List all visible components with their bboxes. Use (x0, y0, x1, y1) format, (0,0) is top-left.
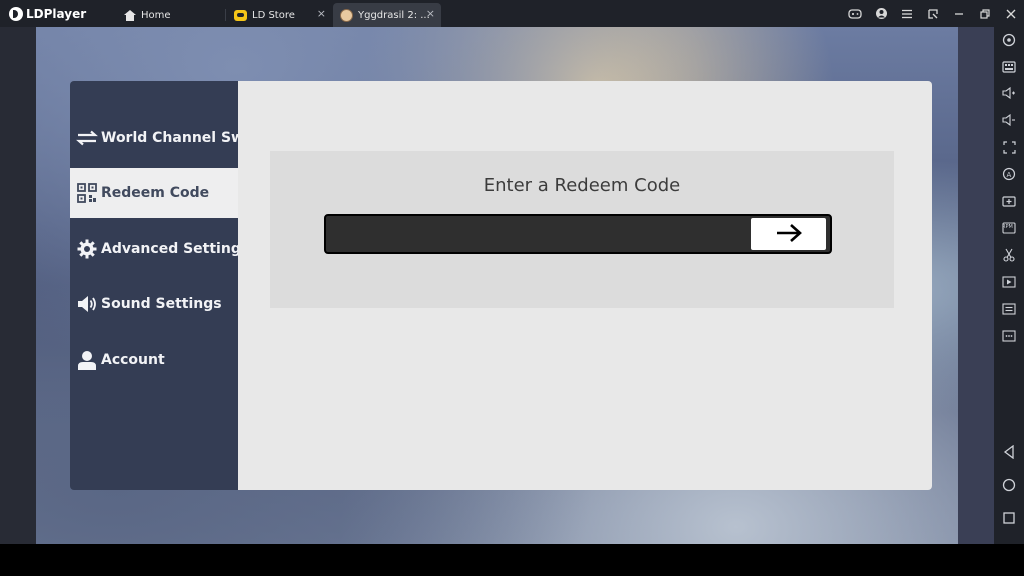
sidebar-item-world-channel-switch[interactable]: World Channel Switch (70, 113, 238, 163)
right-letterbox (958, 27, 994, 544)
tab-home-label: Home (141, 9, 171, 21)
back-icon[interactable] (994, 440, 1024, 464)
tab-home[interactable]: Home (110, 3, 225, 27)
rpm-label: RPM (1002, 224, 1013, 230)
right-toolbar: A RPM (994, 27, 1024, 544)
sidebar-item-account[interactable]: Account (70, 335, 238, 385)
scissors-icon[interactable] (994, 243, 1024, 267)
tab-game-label: Yggdrasil 2: ... (358, 9, 430, 21)
more-icon[interactable] (994, 324, 1024, 348)
redeem-code-bar (324, 214, 832, 254)
fullscreen-icon[interactable] (994, 135, 1024, 159)
sidebar-item-label: World Channel Switch (101, 130, 238, 146)
close-tab-icon[interactable]: × (426, 7, 435, 20)
redeem-code-box: Enter a Redeem Code (270, 151, 894, 308)
gamepad-icon[interactable] (842, 0, 868, 27)
settings-panel: World Channel Switch Redeem Code Advance… (70, 81, 932, 490)
minimize-icon[interactable] (946, 0, 972, 27)
sidebar-item-sound-settings[interactable]: Sound Settings (70, 279, 238, 329)
person-icon (76, 349, 98, 371)
sidebar-item-redeem-code[interactable]: Redeem Code (70, 168, 238, 218)
account-icon[interactable] (868, 0, 894, 27)
sidebar-item-label: Advanced Settings (101, 241, 238, 257)
emulator-window: LDPlayer Home LD Store × Yggdrasil 2: ..… (0, 0, 1024, 576)
sync-icon[interactable] (994, 297, 1024, 321)
game-icon (340, 8, 353, 22)
rpm-icon[interactable]: RPM (994, 216, 1024, 240)
swap-arrows-icon (76, 127, 98, 149)
tab-ld-store[interactable]: LD Store × (226, 3, 332, 27)
tab-store-label: LD Store (252, 9, 295, 21)
submit-redeem-button[interactable] (751, 218, 826, 250)
sidebar-item-label: Sound Settings (101, 296, 222, 312)
volume-up-icon[interactable] (994, 81, 1024, 105)
left-letterbox (0, 27, 36, 544)
resize-icon[interactable] (920, 0, 946, 27)
sidebar-item-label: Account (101, 352, 165, 368)
ldplayer-logo-icon (9, 6, 23, 21)
speaker-icon (76, 293, 98, 315)
volume-down-icon[interactable] (994, 108, 1024, 132)
record-icon[interactable] (994, 270, 1024, 294)
sidebar-item-advanced-settings[interactable]: Advanced Settings (70, 224, 238, 274)
settings-content: Enter a Redeem Code (238, 81, 932, 490)
svg-text:A: A (1007, 171, 1012, 179)
tab-yggdrasil[interactable]: Yggdrasil 2: ... × (333, 3, 441, 27)
restore-icon[interactable] (972, 0, 998, 27)
arrow-right-icon (774, 223, 804, 246)
app-logo: LDPlayer (0, 0, 106, 27)
home-circle-icon[interactable] (994, 473, 1024, 497)
menu-icon[interactable] (894, 0, 920, 27)
rotate-icon[interactable]: A (994, 162, 1024, 186)
app-name: LDPlayer (26, 6, 87, 21)
window-controls (842, 0, 1024, 27)
sidebar-item-label: Redeem Code (101, 185, 210, 201)
recent-apps-icon[interactable] (994, 506, 1024, 530)
add-apk-icon[interactable] (994, 189, 1024, 213)
store-icon (234, 9, 247, 21)
keyboard-icon[interactable] (994, 55, 1024, 79)
qr-code-icon (76, 182, 98, 204)
close-icon[interactable] (998, 0, 1024, 27)
close-tab-icon[interactable]: × (317, 7, 326, 20)
bottom-letterbox (0, 544, 1024, 576)
gear-icon (76, 238, 98, 260)
redeem-code-input[interactable] (328, 218, 748, 250)
redeem-title: Enter a Redeem Code (483, 175, 681, 196)
title-bar: LDPlayer Home LD Store × Yggdrasil 2: ..… (0, 0, 1024, 27)
settings-icon[interactable] (994, 28, 1024, 52)
settings-sidebar: World Channel Switch Redeem Code Advance… (70, 81, 238, 490)
home-icon (124, 9, 136, 21)
